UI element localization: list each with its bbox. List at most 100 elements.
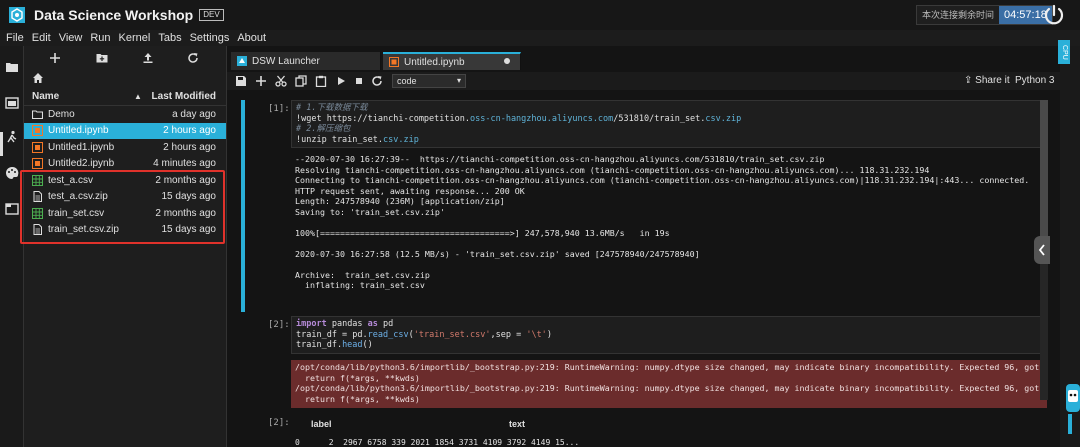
code-text: /531810/train_set. xyxy=(613,113,706,124)
menu-tabs[interactable]: Tabs xyxy=(158,32,181,44)
file-list-header: Name ▲ Last Modified xyxy=(24,88,226,106)
env-badge: DEV xyxy=(199,9,224,21)
run-icon[interactable] xyxy=(335,75,347,87)
code-text: ,sep = xyxy=(490,329,527,340)
file-row[interactable]: Untitled1.ipynb 2 hours ago xyxy=(24,139,226,155)
cell-1-input[interactable]: # 1.下载数据下载 !wget https://tianchi-competi… xyxy=(291,100,1047,148)
file-name: Demo xyxy=(48,108,75,120)
launcher-icon xyxy=(237,56,247,66)
menu-edit[interactable]: Edit xyxy=(32,32,51,44)
menu-settings[interactable]: Settings xyxy=(190,32,230,44)
chevron-down-icon: ▾ xyxy=(456,76,461,85)
notebook-icon xyxy=(32,141,43,153)
file-name: Untitled.ipynb xyxy=(48,125,109,136)
home-icon[interactable] xyxy=(32,72,44,84)
code-text: !wget https://tianchi-competition. xyxy=(296,113,470,124)
upload-icon[interactable] xyxy=(142,52,154,64)
activity-bar xyxy=(0,46,24,447)
menu-run[interactable]: Run xyxy=(90,32,110,44)
menu-kernel[interactable]: Kernel xyxy=(119,32,151,44)
column-last-modified[interactable]: Last Modified xyxy=(152,91,216,102)
stop-icon[interactable] xyxy=(353,75,365,87)
run-person-icon[interactable] xyxy=(5,130,19,144)
menu-view[interactable]: View xyxy=(59,32,83,44)
notebook-icon xyxy=(32,158,43,169)
code-function: read_csv xyxy=(367,329,409,340)
code-url: csv.zip xyxy=(383,134,419,145)
app-logo-icon xyxy=(8,6,26,24)
new-launcher-icon[interactable] xyxy=(49,52,61,64)
dataframe-row: 0 2 2967 6758 339 2021 1854 3731 4109 37… xyxy=(295,438,580,447)
file-name: Untitled1.ipynb xyxy=(48,141,115,153)
sort-up-icon[interactable]: ▲ xyxy=(134,92,142,101)
power-icon[interactable] xyxy=(1042,3,1066,27)
folder-icon[interactable] xyxy=(5,60,19,74)
file-row[interactable]: Demo a day ago xyxy=(24,106,226,122)
cpu-badge[interactable]: CPU xyxy=(1058,40,1070,64)
column-name[interactable]: Name xyxy=(32,91,59,102)
df-col-text: text xyxy=(509,419,526,429)
add-cell-icon[interactable] xyxy=(255,75,267,87)
cut-icon[interactable] xyxy=(275,75,287,87)
collapse-panel-button[interactable] xyxy=(1034,236,1050,264)
running-icon[interactable] xyxy=(5,96,19,110)
cell-1-output: --2020-07-30 16:27:39-- https://tianchi-… xyxy=(295,154,1030,290)
main-area: DSW Launcher Untitled.ipynb code ▾ ⇪ Sha… xyxy=(226,46,1061,447)
folder-icon xyxy=(31,109,44,120)
save-icon[interactable] xyxy=(235,75,247,87)
code-function: head xyxy=(342,340,363,350)
code-text: () xyxy=(362,340,373,350)
cell-2-output-prompt: [2]: xyxy=(268,418,290,428)
tabs-icon[interactable] xyxy=(5,202,19,216)
code-string: '\t' xyxy=(526,329,547,340)
code-url: oss-cn-hangzhou.aliyuncs.com xyxy=(470,113,614,124)
copy-icon[interactable] xyxy=(295,75,307,87)
restart-icon[interactable] xyxy=(371,75,383,87)
session-timer: 本次连接剩余时间 04:57:18 xyxy=(916,5,1053,25)
file-modified: 2 hours ago xyxy=(163,141,216,153)
assistant-mascot-icon[interactable] xyxy=(1064,380,1080,440)
share-label: Share it xyxy=(975,75,1010,86)
refresh-icon[interactable] xyxy=(187,52,199,64)
tab-label: DSW Launcher xyxy=(252,55,320,67)
tab-dsw-launcher[interactable]: DSW Launcher xyxy=(231,52,381,70)
tab-bar: DSW Launcher Untitled.ipynb xyxy=(227,52,1061,70)
code-keyword: as xyxy=(367,319,378,329)
share-icon: ⇪ xyxy=(964,75,973,86)
notebook-icon xyxy=(389,57,399,67)
notebook-icon xyxy=(32,125,43,136)
code-text: pd xyxy=(377,319,394,329)
cell-2-input[interactable]: import pandas as pd train_df = pd.read_c… xyxy=(291,316,1047,354)
code-text: ) xyxy=(546,329,552,340)
tab-untitled-ipynb[interactable]: Untitled.ipynb xyxy=(383,52,521,70)
new-folder-icon[interactable] xyxy=(96,52,108,64)
file-row[interactable]: Untitled.ipynb 2 hours ago xyxy=(24,122,226,139)
notebook-toolbar: code ▾ ⇪ Share it Python 3 xyxy=(227,72,1061,90)
share-button[interactable]: ⇪ Share it xyxy=(964,75,1010,86)
app-title: Data Science Workshop xyxy=(34,7,194,23)
cell-1-prompt: [1]: xyxy=(268,104,290,114)
notebook-cells: [1]: # 1.下载数据下载 !wget https://tianchi-co… xyxy=(233,92,1047,447)
code-string: 'train_set.csv' xyxy=(413,329,491,340)
code-comment: # 2.解压缩包 xyxy=(296,124,351,134)
file-name: Untitled2.ipynb xyxy=(48,158,115,169)
title-bar: Data Science Workshop DEV 本次连接剩余时间 04:57… xyxy=(0,0,1080,30)
code-keyword: import xyxy=(296,319,327,329)
unsaved-dot-icon[interactable] xyxy=(504,58,510,64)
paste-icon[interactable] xyxy=(315,75,327,88)
code-text: !unzip train_set. xyxy=(296,134,383,145)
menu-file[interactable]: File xyxy=(6,32,24,44)
menu-about[interactable]: About xyxy=(237,32,266,44)
code-url: csv.zip xyxy=(705,113,742,124)
code-text: train_df = pd. xyxy=(296,329,368,340)
cell-2-prompt: [2]: xyxy=(268,320,290,330)
palette-icon[interactable] xyxy=(5,166,19,180)
highlight-box xyxy=(20,170,225,244)
tab-label: Untitled.ipynb xyxy=(404,56,465,68)
menu-bar: File Edit View Run Kernel Tabs Settings … xyxy=(0,30,1080,46)
kernel-name[interactable]: Python 3 xyxy=(1015,75,1054,86)
timer-label: 本次连接剩余时间 xyxy=(917,6,1000,24)
cell-type-select[interactable]: code ▾ xyxy=(392,74,466,88)
file-browser-toolbar xyxy=(24,46,226,70)
code-comment: # 1.下载数据下载 xyxy=(296,103,368,113)
